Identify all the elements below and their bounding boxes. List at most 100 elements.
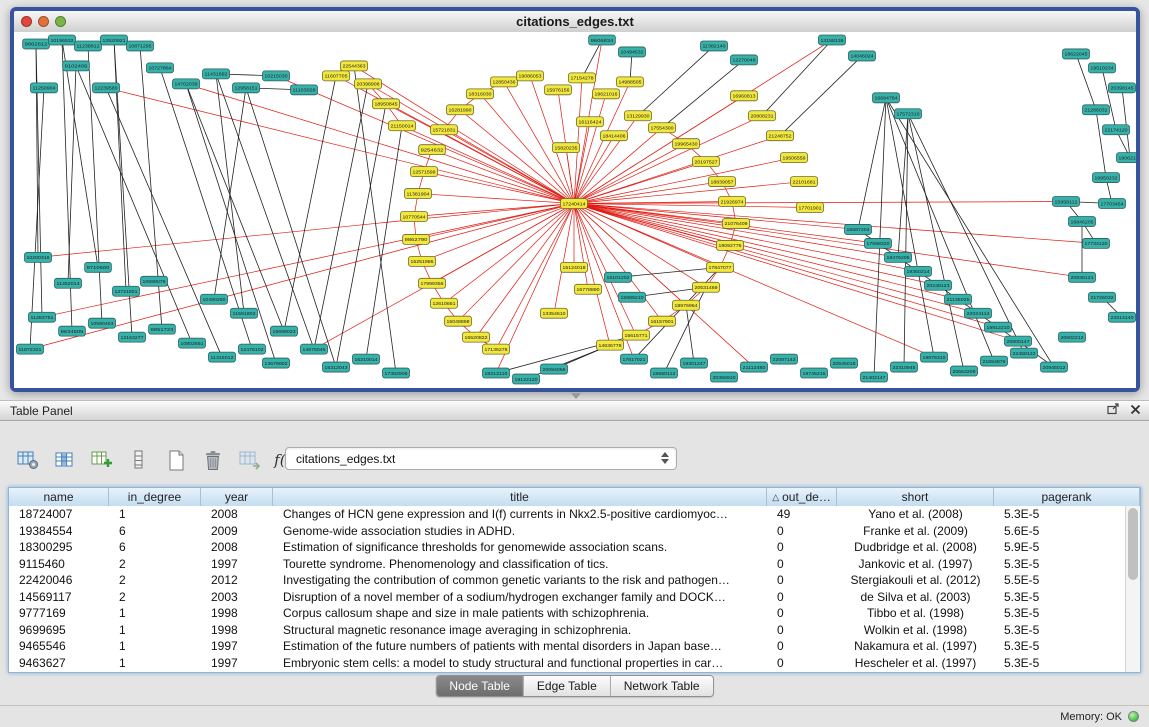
graph-edge[interactable] — [1102, 68, 1116, 130]
network-view[interactable]: 1724041492546321257159911381904107705449… — [14, 32, 1136, 388]
network-table-select[interactable]: citations_edges.txt — [285, 447, 677, 470]
new-file-icon[interactable] — [164, 448, 188, 472]
column-header-short[interactable]: short — [837, 488, 994, 506]
graph-edge[interactable] — [574, 182, 722, 204]
graph-edge[interactable] — [574, 204, 662, 322]
split-pane-handle[interactable] — [566, 393, 584, 399]
graph-edge[interactable] — [366, 126, 402, 359]
graph-node-label: 18950845 — [375, 102, 398, 108]
table-row[interactable]: 969969511998Structural magnetic resonanc… — [9, 622, 1125, 639]
cell-year: 1997 — [201, 638, 273, 655]
graph-edge[interactable] — [1122, 88, 1130, 158]
graph-edge[interactable] — [68, 66, 76, 283]
new-column-icon[interactable] — [90, 448, 114, 472]
cell-pagerank: 5.3E-5 — [994, 638, 1125, 655]
graph-node-label: 10494532 — [621, 50, 644, 56]
cell-year: 1997 — [201, 556, 273, 573]
graph-edge[interactable] — [858, 98, 886, 230]
table-row[interactable]: 977716911998Corpus callosum shape and si… — [9, 605, 1125, 622]
graph-node-label: 9851723 — [151, 327, 174, 333]
graph-edge[interactable] — [354, 66, 574, 204]
graph-edge[interactable] — [574, 204, 998, 328]
graph-edge[interactable] — [114, 40, 126, 291]
column-header-in_degree[interactable]: in_degree — [109, 488, 201, 506]
table-row[interactable]: 946362711997Embryonic stem cells: a mode… — [9, 655, 1125, 672]
table-row[interactable]: 1872400712008Changes of HCN gene express… — [9, 506, 1125, 523]
table-mode-icon[interactable] — [16, 448, 40, 472]
graph-edge[interactable] — [780, 56, 862, 136]
graph-edge[interactable] — [634, 267, 720, 359]
sort-ascending-icon: △ — [772, 492, 779, 503]
graph-edge[interactable] — [246, 88, 336, 367]
graph-edge[interactable] — [276, 76, 574, 204]
table-row[interactable]: 1456911722003Disruption of a novel membe… — [9, 589, 1125, 606]
table-row[interactable]: 1830029562008Estimation of significance … — [9, 539, 1125, 556]
network-canvas[interactable]: 1724041492546321257159911381904107705449… — [14, 32, 1136, 388]
cell-in_degree: 6 — [109, 539, 201, 556]
graph-edge[interactable] — [284, 76, 336, 331]
tab-node-table[interactable]: Node Table — [436, 676, 523, 696]
graph-edge[interactable] — [354, 66, 396, 373]
column-header-pagerank[interactable]: pagerank — [994, 488, 1140, 506]
graph-edge[interactable] — [574, 116, 638, 204]
graph-edge[interactable] — [160, 68, 252, 349]
graph-edge[interactable] — [216, 74, 314, 349]
graph-edge[interactable] — [574, 204, 1082, 278]
graph-edge[interactable] — [618, 267, 720, 277]
column-header-year[interactable]: year — [201, 488, 273, 506]
graph-edge[interactable] — [38, 204, 574, 258]
graph-edge[interactable] — [1076, 54, 1096, 110]
graph-node-label: 18476205 — [886, 255, 909, 261]
table-vertical-scrollbar[interactable] — [1125, 506, 1140, 672]
graph-edge[interactable] — [908, 114, 964, 371]
graph-edge[interactable] — [314, 84, 368, 349]
graph-edge[interactable] — [574, 204, 588, 290]
table-row[interactable]: 1938455462009Genome-wide association stu… — [9, 523, 1125, 540]
graph-edge[interactable] — [458, 204, 574, 322]
graph-edge[interactable] — [874, 98, 886, 377]
graph-node-label: 19950232 — [1095, 175, 1118, 181]
column-header-out_degree[interactable]: △out_de… — [767, 488, 837, 506]
select-columns-icon[interactable] — [53, 448, 77, 472]
graph-edge[interactable] — [186, 84, 276, 363]
graph-edge[interactable] — [106, 88, 222, 357]
graph-edge[interactable] — [574, 204, 918, 272]
cell-pagerank: 5.3E-5 — [994, 506, 1125, 523]
cell-title: Tourette syndrome. Phenomenology and cla… — [273, 556, 767, 573]
column-header-name[interactable]: name — [9, 488, 109, 506]
float-panel-icon[interactable] — [1107, 403, 1120, 415]
graph-node-label: 12610651 — [433, 301, 456, 307]
graph-edge[interactable] — [638, 46, 714, 116]
graph-node-label: 9862812 — [25, 42, 48, 48]
graph-edge[interactable] — [336, 76, 574, 204]
graph-node-label: 15820235 — [555, 145, 578, 151]
tab-edge-table[interactable]: Edge Table — [523, 676, 610, 696]
graph-edge[interactable] — [886, 98, 994, 361]
close-panel-icon[interactable] — [1130, 404, 1141, 415]
graph-edge[interactable] — [574, 82, 630, 204]
import-table-icon[interactable] — [238, 448, 262, 472]
graph-edge[interactable] — [554, 204, 574, 314]
graph-edge[interactable] — [1096, 110, 1106, 178]
table-row[interactable]: 946554611997Estimation of the future num… — [9, 638, 1125, 655]
graph-node-label: 18839057 — [710, 179, 733, 185]
graph-edge[interactable] — [574, 204, 1018, 342]
tab-network-table[interactable]: Network Table — [610, 676, 713, 696]
graph-edge[interactable] — [76, 66, 192, 343]
graph-edge[interactable] — [336, 104, 386, 367]
column-header-title[interactable]: title — [273, 488, 767, 506]
graph-edge[interactable] — [42, 204, 574, 318]
cell-short: de Silva et al. (2003) — [837, 589, 994, 606]
scrollbar-thumb[interactable] — [1128, 508, 1138, 580]
network-window-titlebar[interactable]: citations_edges.txt — [14, 11, 1136, 33]
row-height-icon[interactable] — [127, 448, 151, 472]
table-row[interactable]: 911546021997Tourette syndrome. Phenomeno… — [9, 556, 1125, 573]
table-row[interactable]: 2242004622012Investigating the contribut… — [9, 572, 1125, 589]
graph-edge[interactable] — [904, 114, 908, 367]
cell-title: Estimation of significance thresholds fo… — [273, 539, 767, 556]
graph-edge[interactable] — [432, 150, 574, 204]
graph-edge[interactable] — [574, 158, 794, 204]
graph-edge[interactable] — [62, 40, 98, 267]
delete-column-icon[interactable] — [201, 448, 225, 472]
graph-edge[interactable] — [214, 88, 246, 299]
